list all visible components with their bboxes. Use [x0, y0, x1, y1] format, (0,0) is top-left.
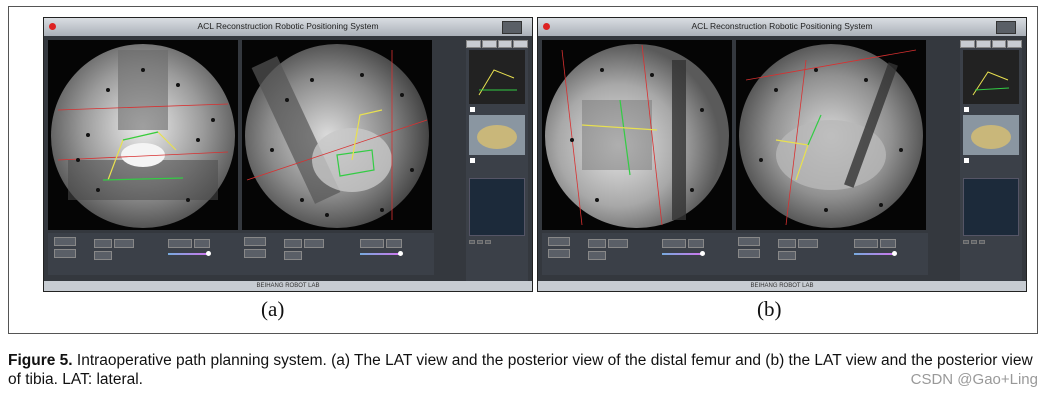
slider-knob: [206, 251, 211, 256]
thumbnail-view-2: [469, 115, 525, 155]
control-bar: [542, 233, 928, 275]
figure-caption: Figure 5. Intraoperative path planning s…: [8, 351, 1040, 389]
caption-label: Figure 5.: [8, 352, 73, 369]
xray-view-tibia-lateral: [542, 40, 732, 230]
control-button: [662, 239, 686, 248]
control-button: [608, 239, 628, 248]
control-button: [284, 239, 302, 248]
slider: [662, 253, 702, 255]
control-button: [548, 237, 570, 246]
control-button: [588, 251, 606, 260]
slider-knob: [398, 251, 403, 256]
side-tabs: [466, 40, 528, 48]
control-button: [360, 239, 384, 248]
exit-button: [502, 21, 522, 34]
checkbox-row: [470, 157, 524, 164]
side-panel: [960, 40, 1022, 290]
control-button: [244, 237, 266, 246]
window-title: ACL Reconstruction Robotic Positioning S…: [197, 21, 379, 31]
slider: [360, 253, 400, 255]
control-button: [778, 251, 796, 260]
info-box: [469, 178, 525, 236]
control-button: [94, 239, 112, 248]
checkbox-row: [470, 106, 524, 113]
software-screenshot-a: ACL Reconstruction Robotic Positioning S…: [43, 17, 533, 292]
slider: [168, 253, 208, 255]
control-button: [854, 239, 878, 248]
window-titlebar: ACL Reconstruction Robotic Positioning S…: [538, 18, 1026, 36]
lab-footer: BEIHANG ROBOT LAB: [44, 281, 532, 291]
side-buttons: [963, 240, 1019, 244]
control-button: [304, 239, 324, 248]
thumbnail-view-1: [963, 50, 1019, 104]
side-buttons: [469, 240, 525, 244]
thumbnail-view-2: [963, 115, 1019, 155]
caption-text: Intraoperative path planning system. (a)…: [8, 352, 1033, 388]
control-button: [880, 239, 896, 248]
control-button: [94, 251, 112, 260]
slider-knob: [892, 251, 897, 256]
control-button: [244, 249, 266, 258]
thumbnail-view-1: [469, 50, 525, 104]
checkbox-row: [964, 157, 1018, 164]
window-title: ACL Reconstruction Robotic Positioning S…: [691, 21, 873, 31]
control-button: [284, 251, 302, 260]
exit-button: [996, 21, 1016, 34]
side-tabs: [960, 40, 1022, 48]
control-button: [54, 237, 76, 246]
checkbox-row: [964, 106, 1018, 113]
control-button: [114, 239, 134, 248]
slider-knob: [700, 251, 705, 256]
panel-label-a: (a): [261, 297, 285, 321]
xray-view-lateral: [242, 40, 432, 230]
watermark: CSDN @Gao+Ling: [910, 371, 1038, 388]
panel-label-b: (b): [757, 297, 782, 321]
control-button: [194, 239, 210, 248]
slider: [854, 253, 894, 255]
control-button: [778, 239, 796, 248]
control-button: [386, 239, 402, 248]
xray-view-posterior: [48, 40, 238, 230]
control-button: [688, 239, 704, 248]
control-button: [548, 249, 570, 258]
control-bar: [48, 233, 434, 275]
control-button: [588, 239, 606, 248]
lab-footer: BEIHANG ROBOT LAB: [538, 281, 1026, 291]
control-button: [54, 249, 76, 258]
side-panel: [466, 40, 528, 290]
info-box: [963, 178, 1019, 236]
control-button: [738, 237, 760, 246]
window-titlebar: ACL Reconstruction Robotic Positioning S…: [44, 18, 532, 36]
xray-view-tibia-posterior: [736, 40, 926, 230]
software-screenshot-b: ACL Reconstruction Robotic Positioning S…: [537, 17, 1027, 292]
figure-frame: ACL Reconstruction Robotic Positioning S…: [8, 6, 1038, 334]
control-button: [738, 249, 760, 258]
control-button: [168, 239, 192, 248]
control-button: [798, 239, 818, 248]
